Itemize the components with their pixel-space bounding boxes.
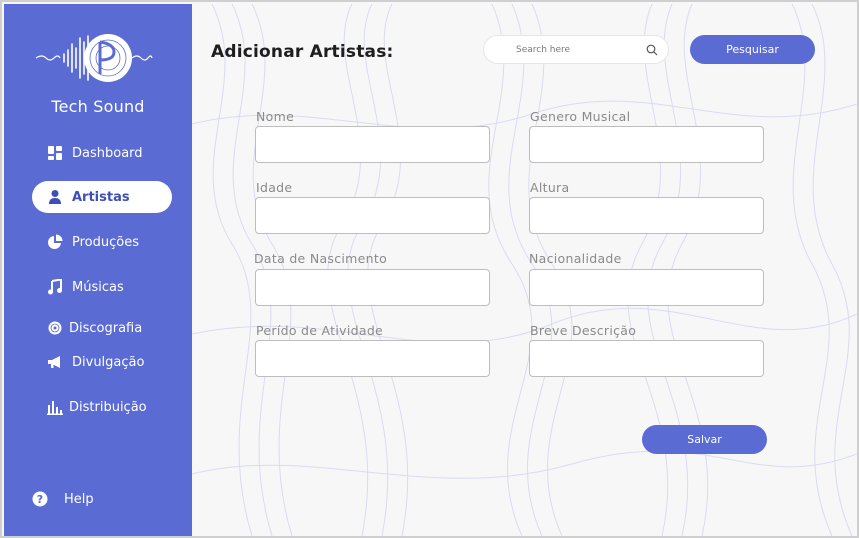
main-content: Adicionar Artistas: Pesquisar Nome Gener… [192,4,857,536]
sidebar-item-label: Músicas [72,279,124,295]
field-label-nacionalidade: Nacionalidade [529,251,622,266]
field-label-nome: Nome [256,109,295,124]
nome-field[interactable] [255,126,490,163]
app-window: Tech Sound Dashboard Artistas Produções … [0,0,859,538]
sidebar-item-musicas[interactable]: Músicas [32,271,172,303]
help-circle-icon: ? [32,491,48,507]
sidebar: Tech Sound Dashboard Artistas Produções … [4,4,192,536]
bar-chart-icon [47,399,63,415]
field-label-idade: Idade [256,180,293,195]
sidebar-item-discografia[interactable]: Discografia [32,312,172,344]
search-icon[interactable] [646,44,658,56]
disc-icon [47,320,63,336]
field-label-breve-descricao: Breve Descrição [530,323,637,338]
brand-name: Tech Sound [51,97,145,116]
megaphone-icon [47,354,63,370]
svg-text:?: ? [37,493,43,506]
idade-field[interactable] [255,197,490,234]
genero-musical-field[interactable] [529,126,764,163]
periodo-atividade-field[interactable] [255,340,490,377]
help-link[interactable]: ? Help [18,483,158,515]
music-note-icon [47,279,63,295]
field-label-periodo-atividade: Perído de Atividade [256,323,384,338]
sidebar-item-divulgacao[interactable]: Divulgação [32,346,172,378]
page-title: Adicionar Artistas: [211,42,394,62]
pie-chart-icon [47,234,63,250]
sidebar-item-label: Produções [72,234,139,250]
sidebar-item-label: Distribuição [69,399,147,415]
save-button[interactable]: Salvar [642,425,767,454]
sidebar-item-producoes[interactable]: Produções [32,226,172,258]
breve-descricao-field[interactable] [529,340,764,377]
help-label: Help [64,491,94,507]
sidebar-item-label: Discografia [69,320,143,336]
field-label-data-nascimento: Data de Nascimento [254,251,388,266]
field-label-genero-musical: Genero Musical [530,109,631,124]
search-button[interactable]: Pesquisar [690,35,815,64]
sidebar-item-distribuicao[interactable]: Distribuição [32,391,172,423]
data-nascimento-field[interactable] [255,269,490,306]
sidebar-item-label: Artistas [72,189,130,205]
search-input[interactable] [516,44,646,55]
sidebar-item-label: Divulgação [72,354,145,370]
sidebar-item-dashboard[interactable]: Dashboard [32,137,172,169]
field-label-altura: Altura [530,180,570,195]
nacionalidade-field[interactable] [529,269,764,306]
user-icon [47,189,63,205]
soundwave-vinyl-logo [34,30,154,86]
search-bar [483,35,669,64]
dashboard-icon [47,145,63,161]
sidebar-item-artistas[interactable]: Artistas [32,181,172,213]
altura-field[interactable] [529,197,764,234]
sidebar-item-label: Dashboard [72,145,143,161]
